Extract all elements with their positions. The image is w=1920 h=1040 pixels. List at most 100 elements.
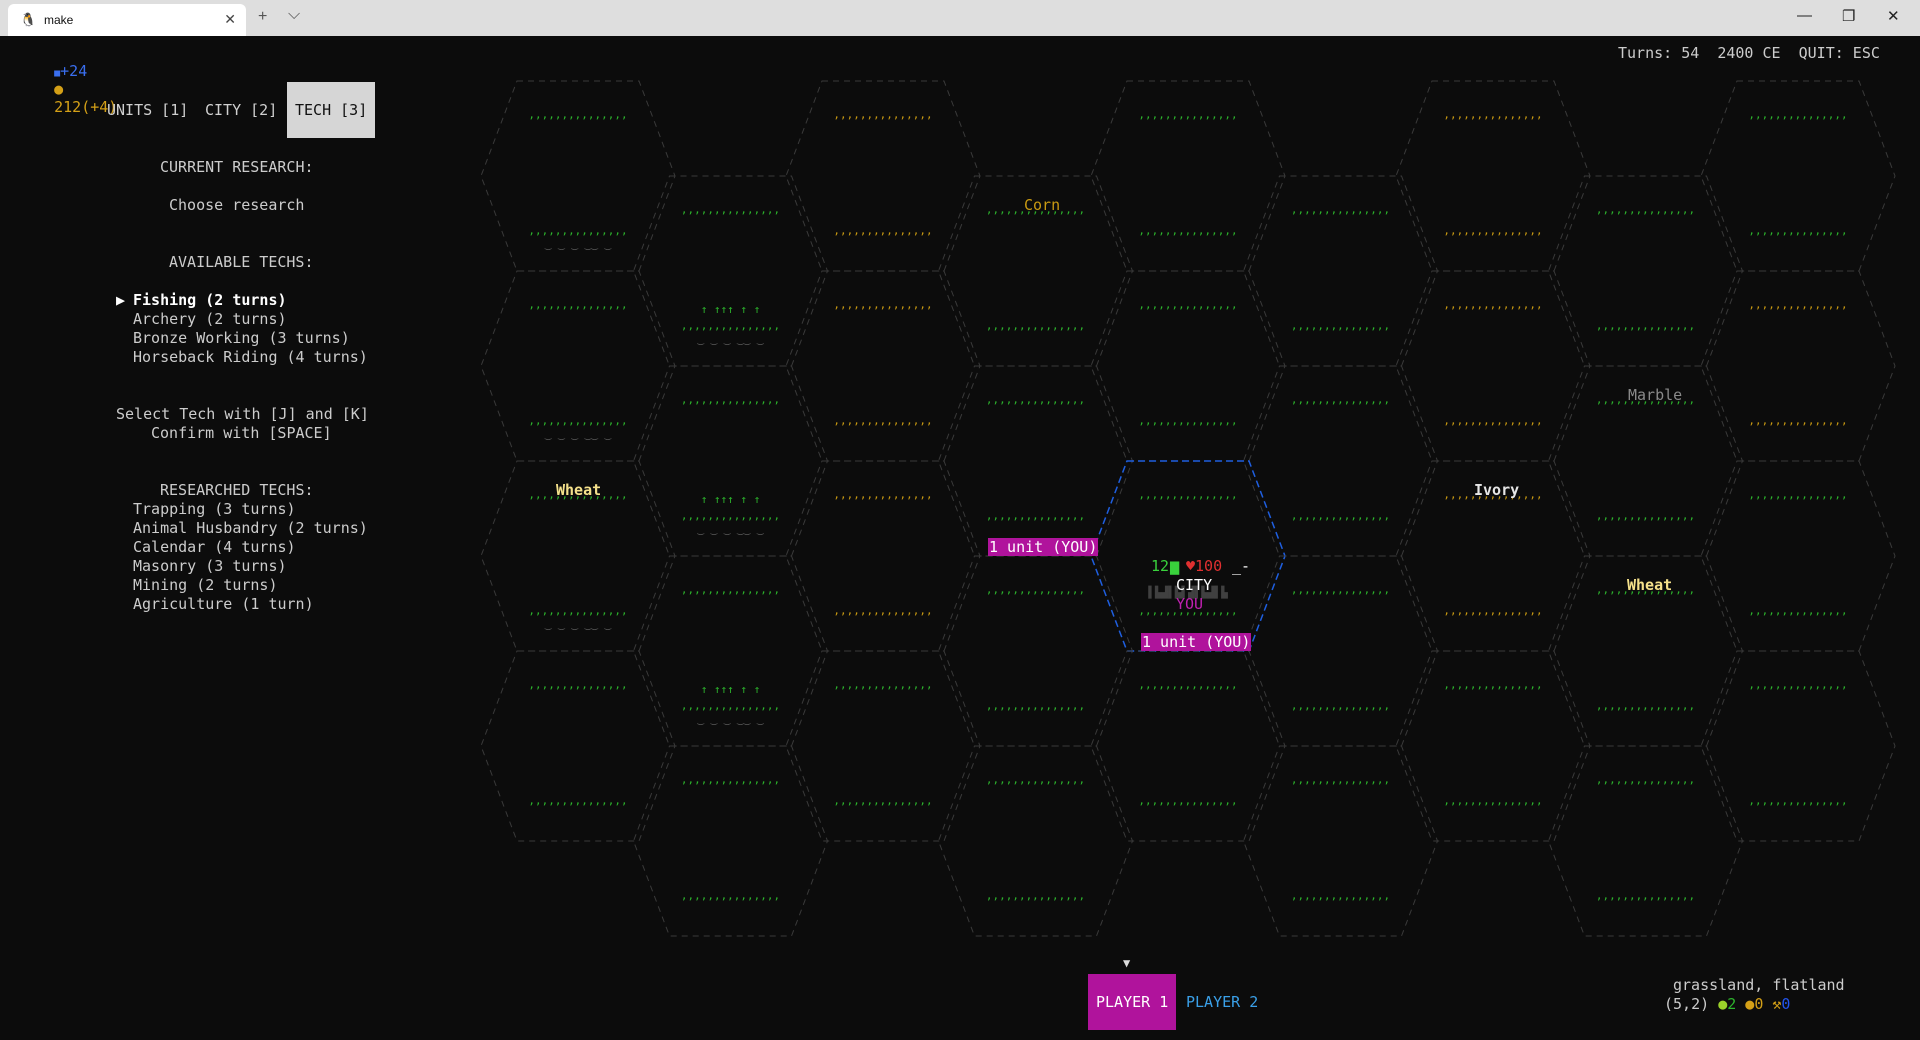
terrain-bottom-pattern: ,,,,,,,,,,,,,,,	[833, 414, 932, 427]
terrain-top-pattern: ,,,,,,,,,,,,,,,	[528, 678, 627, 691]
terrain-top-pattern: ,,,,,,,,,,,,,,,	[1443, 108, 1542, 121]
terrain-bottom-pattern: ,,,,,,,,,,,,,,,	[528, 224, 627, 237]
resource-marble-label: Marble	[1628, 386, 1683, 404]
hills-pattern: ‿ ‿ ‿ ‿‿ ‿	[544, 428, 612, 441]
terrain-bottom-pattern: ,,,,,,,,,,,,,,,	[986, 889, 1085, 902]
tile-yields: (5,2) ●2 ●0 ⚒0	[1664, 995, 1790, 1013]
terrain-bottom-pattern: ,,,,,,,,,,,,,,,	[1748, 414, 1847, 427]
terrain-top-pattern: ,,,,,,,,,,,,,,,	[833, 108, 932, 121]
terrain-top-pattern: ,,,,,,,,,,,,,,,	[1443, 298, 1542, 311]
terrain-bottom-pattern: ,,,,,,,,,,,,,,,	[1291, 509, 1390, 522]
terrain-bottom-pattern: ,,,,,,,,,,,,,,,	[1443, 794, 1542, 807]
terrain-top-pattern: ,,,,,,,,,,,,,,,	[1291, 773, 1390, 786]
terrain-bottom-pattern: ,,,,,,,,,,,,,,,	[528, 794, 627, 807]
terrain-bottom-pattern: ,,,,,,,,,,,,,,,	[986, 319, 1085, 332]
terrain-top-pattern: ,,,,,,,,,,,,,,,	[1138, 678, 1237, 691]
hills-pattern: ‿ ‿ ‿ ‿‿ ‿	[696, 333, 764, 346]
terrain-bottom-pattern: ,,,,,,,,,,,,,,,	[1291, 319, 1390, 332]
tab-dropdown-button[interactable]: ⌵	[288, 6, 300, 24]
resource-ivory-label: Ivory	[1474, 481, 1520, 499]
new-tab-button[interactable]: +	[258, 8, 267, 26]
terrain-top-pattern: ,,,,,,,,,,,,,,,	[1291, 393, 1390, 406]
terrain-top-pattern: ,,,,,,,,,,,,,,,	[1443, 678, 1542, 691]
terrain-bottom-pattern: ,,,,,,,,,,,,,,,	[1443, 604, 1542, 617]
current-player-marker-icon: ▼	[1123, 956, 1131, 970]
player-1-tab[interactable]: PLAYER 1	[1088, 974, 1177, 1030]
city-population: 12	[1151, 557, 1170, 575]
restore-button[interactable]: ❐	[1842, 7, 1855, 25]
city-health: ♥100	[1186, 557, 1223, 575]
terrain-bottom-pattern: ,,,,,,,,,,,,,,,	[681, 509, 780, 522]
terrain-bottom-pattern: ,,,,,,,,,,,,,,,	[833, 604, 932, 617]
terrain-bottom-pattern: ,,,,,,,,,,,,,,,	[681, 889, 780, 902]
terrain-top-pattern: ,,,,,,,,,,,,,,,	[1596, 203, 1695, 216]
unit-badge[interactable]: 1 unit (YOU)	[1141, 633, 1252, 651]
food-value: 2	[1727, 995, 1737, 1013]
hills-pattern: ‿ ‿ ‿ ‿‿ ‿	[696, 713, 764, 726]
terrain-bottom-pattern: ,,,,,,,,,,,,,,,	[1138, 224, 1237, 237]
terrain-top-pattern: ,,,,,,,,,,,,,,,	[1138, 488, 1237, 501]
player-2-tab[interactable]: PLAYER 2	[1178, 974, 1266, 1030]
terrain-bottom-pattern: ,,,,,,,,,,,,,,,	[528, 604, 627, 617]
terrain-top-pattern: ,,,,,,,,,,,,,,,	[681, 393, 780, 406]
resource-corn-label: Corn	[1024, 196, 1061, 214]
unit-badge[interactable]: 1 unit (YOU)	[988, 538, 1099, 556]
terrain-top-pattern: ,,,,,,,,,,,,,,,	[1748, 108, 1847, 121]
terrain-bottom-pattern: ,,,,,,,,,,,,,,,	[1748, 224, 1847, 237]
minimize-button[interactable]: —	[1797, 7, 1812, 24]
terrain-top-pattern: ,,,,,,,,,,,,,,,	[1138, 108, 1237, 121]
window-titlebar: 🐧 make ✕ + ⌵ — ❐ ✕	[0, 0, 1920, 36]
terrain-top-pattern: ,,,,,,,,,,,,,,,	[986, 393, 1085, 406]
gold-yield: 0	[1754, 995, 1764, 1013]
resource-wheat-label: Wheat	[556, 481, 602, 499]
hills-pattern: ‿ ‿ ‿ ‿‿ ‿	[696, 523, 764, 536]
close-tab-icon[interactable]: ✕	[224, 11, 236, 28]
terrain-bottom-pattern: ,,,,,,,,,,,,,,,	[1138, 794, 1237, 807]
terrain-top-pattern: ,,,,,,,,,,,,,,,	[681, 203, 780, 216]
terrain-top-pattern: ,,,,,,,,,,,,,,,	[528, 108, 627, 121]
terrain-bottom-pattern: ,,,,,,,,,,,,,,,	[1596, 889, 1695, 902]
hills-pattern: ‿ ‿ ‿ ‿‿ ‿	[544, 238, 612, 251]
terrain-bottom-pattern: ,,,,,,,,,,,,,,,	[833, 224, 932, 237]
food-icon: ●	[1718, 995, 1728, 1013]
city-production-marker: _-	[1232, 557, 1251, 575]
city-growth-icon: ▆	[1170, 557, 1180, 575]
terrain-top-pattern: ,,,,,,,,,,,,,,,	[528, 298, 627, 311]
terrain-bottom-pattern: ,,,,,,,,,,,,,,,	[1748, 604, 1847, 617]
forest-pattern: ↑ ↑↑↑ ↑ ↑	[701, 683, 761, 696]
terrain-bottom-pattern: ,,,,,,,,,,,,,,,	[1291, 889, 1390, 902]
terrain-bottom-pattern: ,,,,,,,,,,,,,,,	[1748, 794, 1847, 807]
terrain-bottom-pattern: ,,,,,,,,,,,,,,,	[1596, 319, 1695, 332]
terrain-top-pattern: ,,,,,,,,,,,,,,,	[681, 583, 780, 596]
terrain-top-pattern: ,,,,,,,,,,,,,,,	[1596, 773, 1695, 786]
terrain-bottom-pattern: ,,,,,,,,,,,,,,,	[986, 509, 1085, 522]
tab-title: make	[44, 13, 74, 27]
city-name[interactable]: CITY	[1176, 576, 1212, 594]
terrain-top-pattern: ,,,,,,,,,,,,,,,	[1291, 203, 1390, 216]
terrain-top-pattern: ,,,,,,,,,,,,,,,	[833, 488, 932, 501]
terrain-bottom-pattern: ,,,,,,,,,,,,,,,	[1443, 414, 1542, 427]
terrain-bottom-pattern: ,,,,,,,,,,,,,,,	[1138, 414, 1237, 427]
terrain-top-pattern: ,,,,,,,,,,,,,,,	[1748, 298, 1847, 311]
terrain-top-pattern: ,,,,,,,,,,,,,,,	[986, 583, 1085, 596]
terrain-top-pattern: ,,,,,,,,,,,,,,,	[1748, 678, 1847, 691]
forest-pattern: ↑ ↑↑↑ ↑ ↑	[701, 303, 761, 316]
terrain-bottom-pattern: ,,,,,,,,,,,,,,,	[986, 699, 1085, 712]
resource-wheat-label: Wheat	[1627, 576, 1673, 594]
tile-coords: (5,2)	[1664, 995, 1710, 1013]
production-value: 0	[1781, 995, 1791, 1013]
terrain-top-pattern: ,,,,,,,,,,,,,,,	[681, 773, 780, 786]
linux-icon: 🐧	[20, 12, 37, 27]
terrain-bottom-pattern: ,,,,,,,,,,,,,,,	[1596, 699, 1695, 712]
terrain-top-pattern: ,,,,,,,,,,,,,,,	[833, 678, 932, 691]
hex-map[interactable]: ,,,,,,,,,,,,,,,,,,,,,,,,,,,,,,‿ ‿ ‿ ‿‿ ‿…	[0, 36, 1920, 1040]
terrain-bottom-pattern: ,,,,,,,,,,,,,,,	[833, 794, 932, 807]
terminal-tab[interactable]: 🐧 make ✕	[8, 4, 246, 36]
terrain-top-pattern: ,,,,,,,,,,,,,,,	[1748, 488, 1847, 501]
close-window-button[interactable]: ✕	[1887, 7, 1900, 25]
terrain-bottom-pattern: ,,,,,,,,,,,,,,,	[528, 414, 627, 427]
hills-pattern: ‿ ‿ ‿ ‿‿ ‿	[544, 618, 612, 631]
terrain-top-pattern: ,,,,,,,,,,,,,,,	[1138, 298, 1237, 311]
tile-terrain: grassland, flatland	[1673, 976, 1845, 994]
gold-icon: ●	[1745, 995, 1755, 1013]
